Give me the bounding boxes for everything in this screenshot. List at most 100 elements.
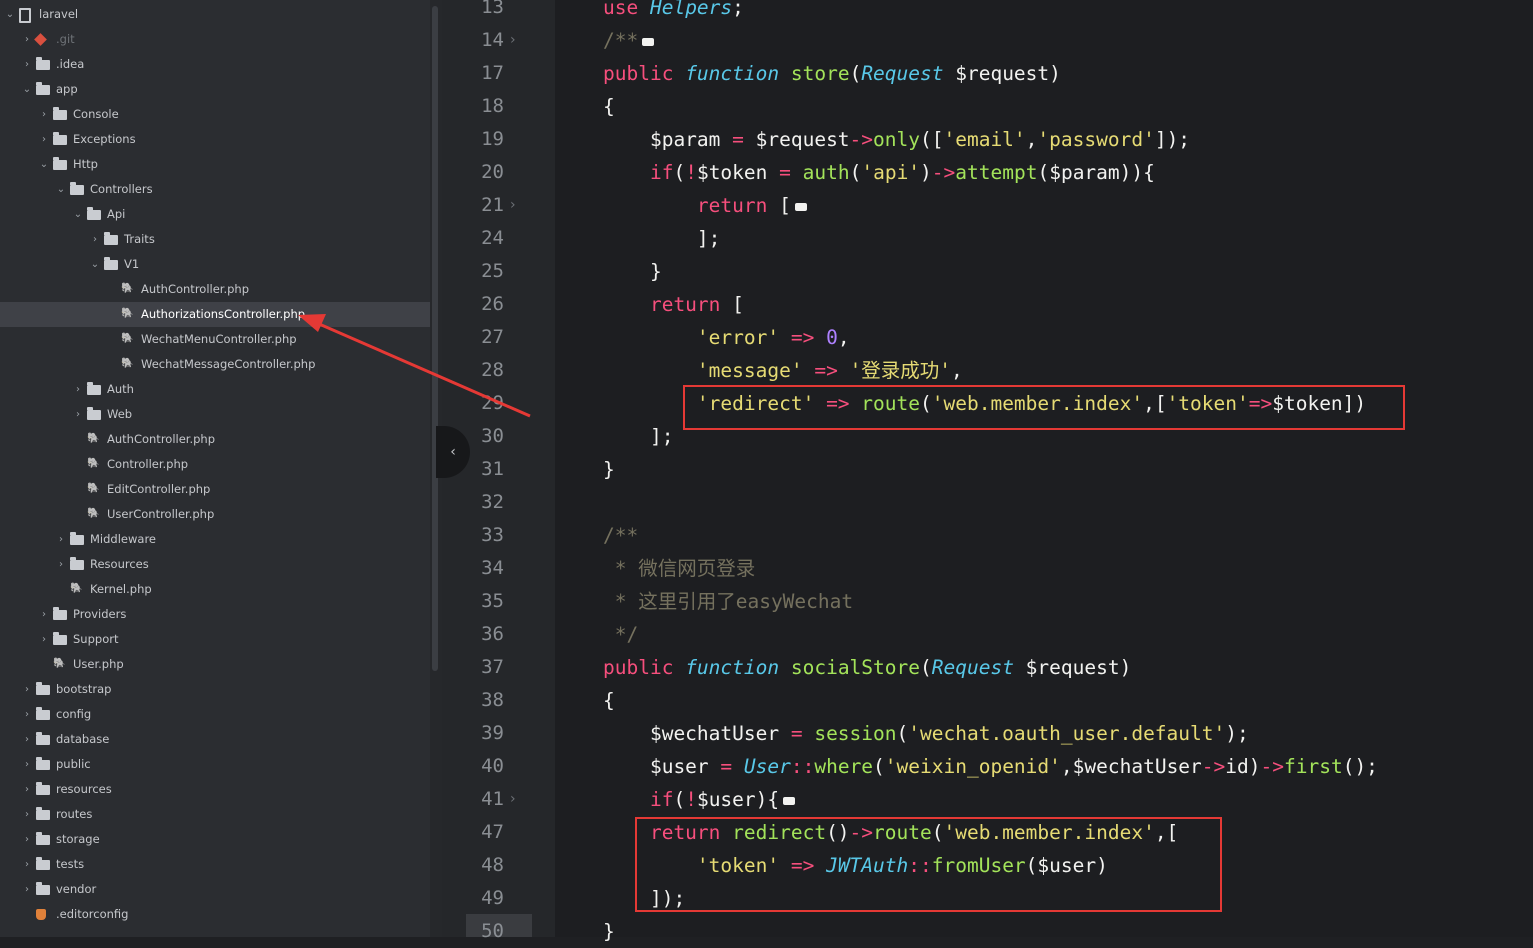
chevron-down-icon[interactable]: ⌄ <box>4 2 16 27</box>
chevron-right-icon[interactable]: › <box>21 877 33 902</box>
chevron-down-icon[interactable]: ⌄ <box>72 202 84 227</box>
tree-item[interactable]: › config <box>0 702 430 727</box>
tree-item[interactable]: › Exceptions <box>0 127 430 152</box>
code-token: , <box>1025 128 1038 151</box>
fold-toggle-icon[interactable]: › <box>510 24 522 57</box>
chevron-right-icon[interactable]: › <box>21 802 33 827</box>
code-token: $request <box>755 128 850 151</box>
tree-item[interactable]: 🐘 AuthController.php <box>0 427 430 452</box>
chevron-right-icon[interactable]: › <box>72 402 84 427</box>
chevron-right-icon[interactable]: › <box>55 527 67 552</box>
tree-item[interactable]: › bootstrap <box>0 677 430 702</box>
chevron-down-icon[interactable]: ⌄ <box>21 77 33 102</box>
tree-item-label: Exceptions <box>73 132 136 146</box>
tree-item[interactable]: 🐘 WechatMessageController.php <box>0 352 430 377</box>
fold-toggle-icon[interactable]: › <box>510 189 522 222</box>
tree-item[interactable]: 🐘 Kernel.php <box>0 577 430 602</box>
code-token: ]); <box>1154 128 1191 151</box>
tree-item[interactable]: › Providers <box>0 602 430 627</box>
tree-item[interactable]: › Support <box>0 627 430 652</box>
tree-item[interactable]: › Auth <box>0 377 430 402</box>
tree-item-label: UserController.php <box>107 507 215 521</box>
tree-item[interactable]: .editorconfig <box>0 902 430 927</box>
tree-item[interactable]: 🐘 Controller.php <box>0 452 430 477</box>
chevron-right-icon[interactable]: › <box>38 127 50 152</box>
tree-item[interactable]: › storage <box>0 827 430 852</box>
tree-item[interactable]: ⌄ Controllers <box>0 177 430 202</box>
chevron-right-icon[interactable]: › <box>21 702 33 727</box>
tree-item[interactable]: 🐘 UserController.php <box>0 502 430 527</box>
chevron-right-icon[interactable]: › <box>55 552 67 577</box>
folded-code-ellipsis-icon[interactable] <box>783 796 796 805</box>
code-token: } <box>603 458 615 481</box>
tree-item[interactable]: › .git <box>0 27 430 52</box>
code-token: ,$wechatUser <box>1060 755 1202 778</box>
tree-item-label: vendor <box>56 882 97 896</box>
chevron-right-icon[interactable]: › <box>21 777 33 802</box>
chevron-right-icon[interactable]: › <box>21 677 33 702</box>
line-number: 38 <box>481 689 504 711</box>
chevron-right-icon[interactable]: › <box>89 227 101 252</box>
folder-icon <box>36 857 50 870</box>
code-token: /** <box>603 29 639 52</box>
tree-item[interactable]: 🐘 EditController.php <box>0 477 430 502</box>
tree-item[interactable]: › tests <box>0 852 430 877</box>
folder-icon <box>53 107 67 120</box>
tree-item[interactable]: ⌄ Http <box>0 152 430 177</box>
tree-item[interactable]: ⌄ laravel <box>0 2 430 27</box>
tree-item[interactable]: › Console <box>0 102 430 127</box>
code-token: => <box>790 326 827 349</box>
tree-item[interactable]: › .idea <box>0 52 430 77</box>
code-token: return <box>603 194 780 217</box>
line-number: 25 <box>481 260 504 282</box>
sidebar-scrollbar-thumb[interactable] <box>432 6 438 671</box>
tree-item[interactable]: › Traits <box>0 227 430 252</box>
tree-item[interactable]: › resources <box>0 777 430 802</box>
folder-icon <box>36 57 50 70</box>
tree-item[interactable]: ⌄ Api <box>0 202 430 227</box>
folded-code-ellipsis-icon[interactable] <box>794 202 807 211</box>
tree-item[interactable]: › Middleware <box>0 527 430 552</box>
chevron-right-icon[interactable]: › <box>21 852 33 877</box>
tree-item[interactable]: 🐘 AuthorizationsController.php <box>0 302 430 327</box>
folder-icon <box>36 707 50 720</box>
tree-item[interactable]: › routes <box>0 802 430 827</box>
tree-item-label: WechatMessageController.php <box>141 357 316 371</box>
tree-item[interactable]: › Web <box>0 402 430 427</box>
code-token: ( <box>673 788 686 811</box>
code-token: $token]) <box>1272 392 1367 415</box>
tree-item[interactable]: ⌄ V1 <box>0 252 430 277</box>
tree-item[interactable]: › database <box>0 727 430 752</box>
tree-item[interactable]: 🐘 WechatMenuController.php <box>0 327 430 352</box>
chevron-down-icon[interactable]: ⌄ <box>55 177 67 202</box>
chevron-right-icon[interactable]: › <box>21 827 33 852</box>
chevron-right-icon[interactable]: › <box>38 602 50 627</box>
folded-code-ellipsis-icon[interactable] <box>642 37 655 46</box>
code-token: return <box>603 821 733 844</box>
code-line: } <box>603 453 615 486</box>
line-number: 36 <box>481 623 504 645</box>
code-line: { <box>603 684 615 717</box>
chevron-right-icon[interactable]: › <box>38 102 50 127</box>
tree-item[interactable]: › Resources <box>0 552 430 577</box>
tree-item[interactable]: 🐘 AuthController.php <box>0 277 430 302</box>
code-token: ( <box>920 656 932 679</box>
chevron-down-icon[interactable]: ⌄ <box>89 252 101 277</box>
tree-item[interactable]: › public <box>0 752 430 777</box>
folder-icon <box>70 532 84 545</box>
chevron-right-icon[interactable]: › <box>38 627 50 652</box>
tree-item[interactable]: 🐘 User.php <box>0 652 430 677</box>
chevron-right-icon[interactable]: › <box>21 27 33 52</box>
chevron-right-icon[interactable]: › <box>21 727 33 752</box>
chevron-down-icon[interactable]: ⌄ <box>38 152 50 177</box>
code-token: -> <box>1201 755 1226 778</box>
code-token: route <box>873 821 932 844</box>
tree-item[interactable]: › vendor <box>0 877 430 902</box>
fold-toggle-icon[interactable]: › <box>510 783 522 816</box>
code-token: where <box>814 755 874 778</box>
chevron-right-icon[interactable]: › <box>21 752 33 777</box>
chevron-right-icon[interactable]: › <box>72 377 84 402</box>
chevron-right-icon[interactable]: › <box>21 52 33 77</box>
tree-item[interactable]: ⌄ app <box>0 77 430 102</box>
code-token: 'error' <box>603 326 791 349</box>
